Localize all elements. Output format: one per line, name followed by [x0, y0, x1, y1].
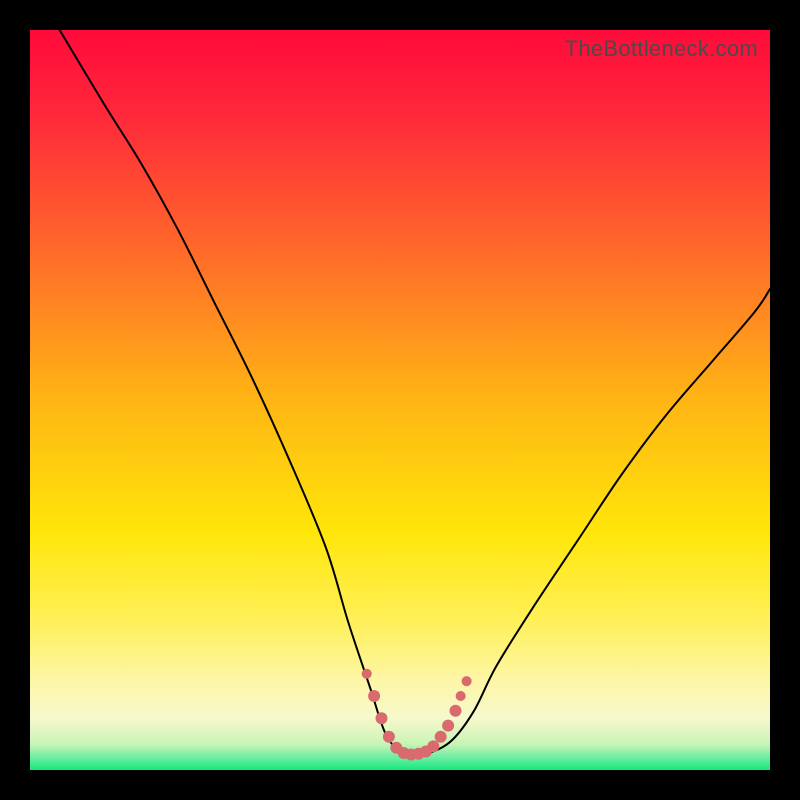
curve-marker	[456, 691, 466, 701]
chart-frame: TheBottleneck.com	[0, 0, 800, 800]
curve-marker	[368, 690, 380, 702]
curve-marker	[383, 731, 395, 743]
curve-marker	[442, 720, 454, 732]
curve-marker	[462, 676, 472, 686]
plot-area: TheBottleneck.com	[30, 30, 770, 770]
curve-markers	[362, 669, 472, 761]
bottleneck-curve	[60, 30, 770, 755]
curve-marker	[362, 669, 372, 679]
curve-marker	[427, 740, 439, 752]
curve-marker	[376, 712, 388, 724]
curve-marker	[435, 731, 447, 743]
curve-layer	[30, 30, 770, 770]
watermark-text: TheBottleneck.com	[565, 36, 758, 62]
curve-marker	[450, 705, 462, 717]
